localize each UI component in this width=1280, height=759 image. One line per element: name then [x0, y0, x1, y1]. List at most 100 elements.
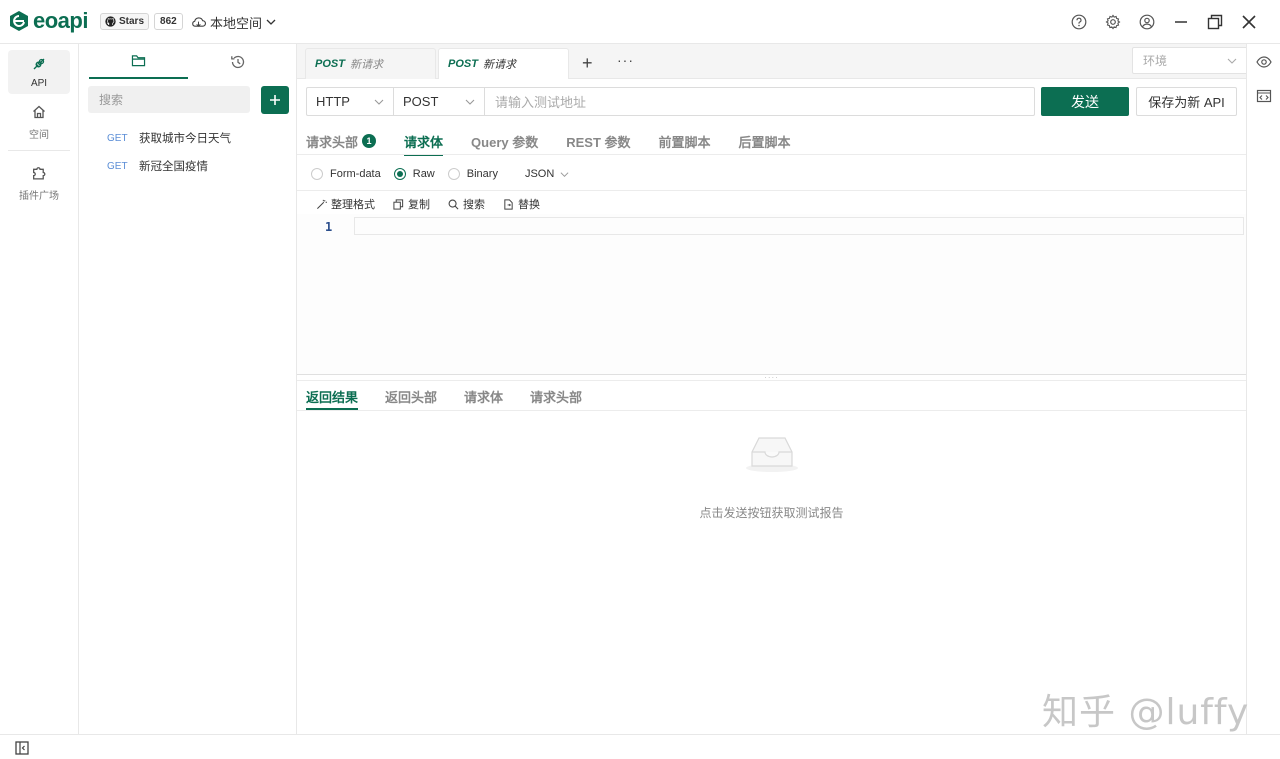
- tab-api-folder[interactable]: [89, 44, 188, 79]
- workspace-label: 本地空间: [210, 15, 263, 31]
- help-icon[interactable]: [1068, 11, 1090, 33]
- left-nav: API 空间 插件广场: [0, 44, 79, 734]
- user-account-icon[interactable]: [1136, 11, 1158, 33]
- radio-label: Binary: [466, 168, 498, 180]
- search-placeholder: 搜索: [99, 93, 124, 107]
- chevron-down-icon: [560, 171, 569, 177]
- request-tabs: 请求头部 1 请求体 Query 参数 REST 参数 前置脚本 后置脚本: [306, 128, 819, 156]
- api-sidebar: 搜索 GET 获取城市今日天气 GET 新冠全国疫情: [79, 44, 297, 734]
- request-tab-active[interactable]: POST 新请求: [438, 48, 569, 79]
- chevron-down-icon: [266, 19, 276, 25]
- url-input[interactable]: 请输入测试地址: [485, 88, 1034, 115]
- environment-select[interactable]: 环境: [1132, 47, 1248, 74]
- settings-gear-icon[interactable]: [1102, 11, 1124, 33]
- method-value: POST: [403, 94, 439, 109]
- request-tab-method: POST: [448, 58, 478, 70]
- empty-state-text: 点击发送按钮获取测试报告: [699, 506, 844, 520]
- toggle-sidebar-icon[interactable]: [15, 741, 29, 755]
- api-name: 新冠全国疫情: [139, 161, 208, 173]
- tab-request-body[interactable]: 请求体: [404, 128, 444, 156]
- protocol-select[interactable]: HTTP: [307, 88, 394, 115]
- restore-window-icon[interactable]: [1204, 11, 1226, 33]
- format-button[interactable]: 整理格式: [316, 196, 375, 212]
- url-bar: HTTP POST 请输入测试地址: [306, 87, 1035, 116]
- empty-inbox-icon: [745, 437, 798, 472]
- code-panel-icon[interactable]: [1256, 88, 1272, 104]
- list-item[interactable]: GET 获取城市今日天气: [79, 124, 297, 152]
- tab-pre-script[interactable]: 前置脚本: [659, 128, 711, 154]
- current-line-highlight: [354, 217, 1244, 235]
- eye-icon[interactable]: [1256, 54, 1272, 70]
- chevron-down-icon: [465, 99, 475, 105]
- panel-resize-handle[interactable]: ····: [297, 373, 1246, 382]
- watermark: 知乎 @luffy: [1042, 692, 1250, 733]
- response-tabs: 返回结果 返回头部 请求体 请求头部: [306, 383, 609, 411]
- replace-label: 替换: [518, 199, 540, 211]
- divider: [297, 154, 1246, 155]
- code-editor[interactable]: 1: [297, 214, 1246, 374]
- plus-icon: [270, 95, 280, 105]
- github-stars-badge[interactable]: Stars 862: [100, 13, 183, 30]
- title-bar: eoapi Stars 862 本地空间: [0, 0, 1280, 44]
- window-controls: [1068, 11, 1260, 33]
- search-button[interactable]: 搜索: [448, 196, 485, 212]
- api-method: GET: [107, 160, 128, 172]
- api-search-input[interactable]: 搜索: [88, 86, 250, 113]
- tab-request-headers[interactable]: 请求头部 1: [306, 128, 377, 154]
- tab-query-params[interactable]: Query 参数: [471, 128, 538, 154]
- cloud-icon: [192, 16, 206, 27]
- method-select[interactable]: POST: [394, 88, 485, 115]
- status-bar: [0, 734, 1280, 759]
- nav-item-workspace[interactable]: 空间: [8, 94, 70, 150]
- chevron-down-icon: [374, 99, 384, 105]
- app-logo-text: eoapi: [33, 8, 88, 33]
- replace-icon: [504, 198, 513, 210]
- api-method: GET: [107, 132, 128, 144]
- history-icon: [230, 55, 244, 68]
- copy-button[interactable]: 复制: [393, 196, 430, 212]
- add-api-button[interactable]: [261, 86, 289, 114]
- api-list: GET 获取城市今日天气 GET 新冠全国疫情: [79, 124, 297, 180]
- chevron-down-icon: [1227, 58, 1237, 64]
- empty-state: 点击发送按钮获取测试报告: [297, 434, 1246, 521]
- request-tab[interactable]: POST 新请求: [305, 48, 436, 79]
- tab-response-headers[interactable]: 返回头部: [385, 383, 437, 409]
- tab-history[interactable]: [188, 44, 287, 79]
- eoapi-logo-icon: [10, 11, 28, 31]
- github-stars-label: Stars: [119, 16, 145, 27]
- send-button[interactable]: 发送: [1041, 87, 1129, 116]
- nav-item-plugins[interactable]: 插件广场: [8, 151, 70, 215]
- request-tab-name: 新请求: [349, 59, 383, 71]
- editor-toolbar: 整理格式 复制 搜索 替换: [316, 196, 558, 212]
- radio-raw[interactable]: Raw: [393, 168, 435, 180]
- replace-button[interactable]: 替换: [503, 196, 540, 212]
- tab-response-result[interactable]: 返回结果: [306, 383, 359, 410]
- tab-response-request-body[interactable]: 请求体: [464, 383, 503, 409]
- nav-item-api[interactable]: API: [8, 50, 70, 94]
- tab-post-script[interactable]: 后置脚本: [739, 128, 791, 154]
- request-tab-name: 新请求: [482, 59, 516, 71]
- main-panel: POST 新请求 POST 新请求 + ··· 环境 HTTP POST 请输入…: [297, 44, 1248, 734]
- tab-rest-params[interactable]: REST 参数: [566, 128, 630, 154]
- close-icon[interactable]: [1238, 11, 1260, 33]
- copy-icon: [393, 198, 404, 210]
- radio-form-data[interactable]: Form-data: [311, 168, 381, 180]
- tab-response-request-headers[interactable]: 请求头部: [530, 383, 582, 409]
- home-icon: [33, 105, 45, 118]
- radio-binary[interactable]: Binary: [447, 168, 498, 180]
- url-placeholder: 请输入测试地址: [495, 95, 587, 110]
- github-stars-count: 862: [154, 13, 183, 30]
- list-item[interactable]: GET 新冠全国疫情: [79, 152, 297, 180]
- workspace-switcher[interactable]: 本地空间: [191, 13, 276, 31]
- new-tab-button[interactable]: +: [582, 53, 593, 74]
- copy-label: 复制: [408, 199, 430, 211]
- save-as-api-button[interactable]: 保存为新 API: [1136, 87, 1237, 116]
- divider: [297, 190, 1246, 191]
- body-format-value: JSON: [524, 168, 555, 180]
- body-format-select[interactable]: JSON: [525, 168, 569, 180]
- format-label: 整理格式: [331, 199, 375, 211]
- minimize-icon[interactable]: [1170, 11, 1192, 33]
- line-number: 1: [325, 220, 333, 234]
- search-icon: [448, 199, 459, 209]
- more-tabs-icon[interactable]: ···: [617, 52, 634, 68]
